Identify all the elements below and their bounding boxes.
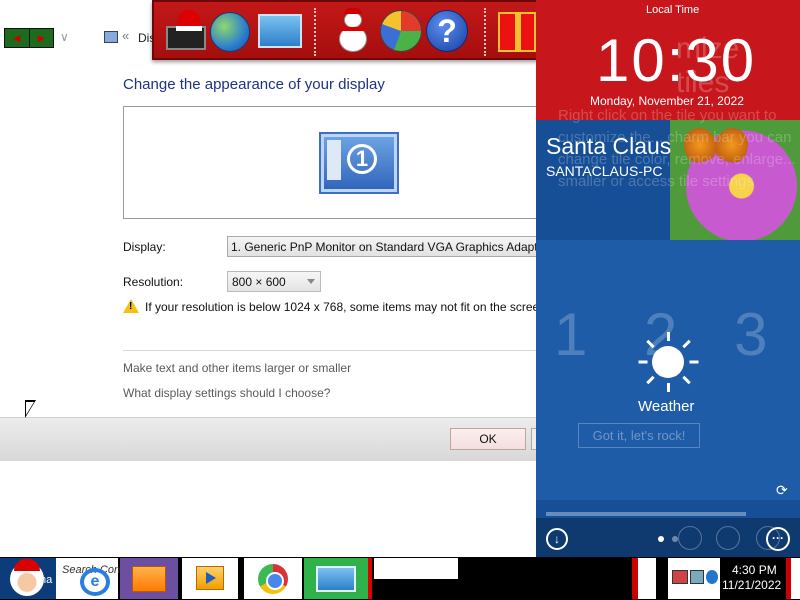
snowman-head xyxy=(344,12,362,28)
local-time-label: Local Time xyxy=(646,4,700,16)
folder-icon xyxy=(132,566,166,592)
chrome-icon xyxy=(258,564,288,594)
ghost-button xyxy=(716,526,740,550)
clock-tile[interactable]: Local Time mize tiles 10:30 Monday, Nove… xyxy=(536,0,800,120)
mouse-cursor-icon xyxy=(25,400,36,418)
start-button[interactable]: na xyxy=(0,558,56,599)
text-size-link[interactable]: Make text and other items larger or smal… xyxy=(123,361,351,375)
chevron-down-icon xyxy=(307,279,315,284)
divider xyxy=(123,350,543,351)
page-dot-active[interactable] xyxy=(658,536,664,542)
recent-pages-chevron-icon[interactable]: ∨ xyxy=(60,30,69,44)
ghost-button xyxy=(678,526,702,550)
resolution-warning-text: If your resolution is below 1024 x 768, … xyxy=(145,300,550,314)
nav-buttons[interactable]: ◄ ► xyxy=(4,28,54,48)
windows-update-icon[interactable] xyxy=(380,10,422,52)
taskbar-clock-date[interactable]: 11/21/2022 xyxy=(722,578,781,592)
resolution-label: Resolution: xyxy=(123,275,184,289)
charm-bottom-bar: ↓ ··· xyxy=(536,518,800,557)
network-globe-icon[interactable] xyxy=(210,12,250,52)
display-select[interactable]: 1. Generic PnP Monitor on Standard VGA G… xyxy=(227,236,547,257)
tile-progress-track xyxy=(546,512,746,516)
desktop-background xyxy=(0,461,540,557)
settings-help-link[interactable]: What display settings should I choose? xyxy=(123,386,330,400)
toolbar-separator xyxy=(314,8,316,56)
taskbar-blank-item[interactable] xyxy=(374,558,458,579)
forward-arrow-icon[interactable]: ► xyxy=(30,29,54,47)
display-address-icon xyxy=(104,31,118,43)
tray-network-icon[interactable] xyxy=(690,570,704,584)
monitor-preview-box: 1 xyxy=(123,106,553,219)
hat-fur-shape xyxy=(176,26,202,31)
resolution-value: 800 × 600 xyxy=(232,275,286,289)
toolbar-separator xyxy=(484,8,486,56)
ok-button[interactable]: OK xyxy=(450,428,526,450)
gift-icon[interactable] xyxy=(498,12,536,52)
system-tray xyxy=(668,558,720,599)
control-panel-icon[interactable] xyxy=(258,14,302,48)
taskbar-control-panel[interactable] xyxy=(304,558,372,599)
taskbar-clock-time[interactable]: 4:30 PM xyxy=(732,563,777,577)
santa-hat-shape xyxy=(14,559,40,571)
user-name: Santa Claus xyxy=(546,133,672,159)
taskbar-media-player[interactable] xyxy=(182,558,238,599)
desktop: ◄ ► ∨ « Dis Change the appearance of you… xyxy=(0,0,800,600)
got-it-button[interactable]: Got it, let's rock! xyxy=(578,423,700,448)
snowman-icon[interactable] xyxy=(336,8,370,54)
start-label-fragment: na xyxy=(40,574,53,586)
internet-explorer-icon: e xyxy=(80,568,110,596)
show-desktop-button[interactable] xyxy=(786,558,800,599)
display-label: Display: xyxy=(123,240,166,254)
santa-computer-icon[interactable] xyxy=(164,8,208,54)
sun-core xyxy=(652,346,684,378)
taskbar-chrome[interactable] xyxy=(244,558,302,599)
snowman-hat xyxy=(344,8,362,14)
tray-volume-icon[interactable] xyxy=(706,570,718,584)
taskbar-ie[interactable]: e xyxy=(70,558,118,599)
taskbar: na Search Con e xyxy=(0,557,800,600)
back-arrow-icon[interactable]: ◄ xyxy=(5,29,30,47)
snowman-scarf xyxy=(341,27,365,31)
resolution-select[interactable]: 800 × 600 xyxy=(227,271,321,292)
taskbar-explorer[interactable] xyxy=(120,558,178,599)
weather-sun-icon xyxy=(638,332,699,392)
clock-big-time: 10:30 xyxy=(596,27,757,94)
dialog-button-bar: OK xyxy=(0,417,543,461)
address-separator: « xyxy=(122,28,130,43)
monitor-number: 1 xyxy=(347,144,377,174)
help-question-icon[interactable]: ? xyxy=(426,10,468,52)
tray-app-icon[interactable] xyxy=(672,570,688,584)
monitor-1-icon[interactable]: 1 xyxy=(319,132,399,194)
media-player-icon xyxy=(196,566,224,590)
charm-panel: Local Time mize tiles 10:30 Monday, Nove… xyxy=(536,0,800,557)
pc-name: SANTACLAUS-PC xyxy=(546,163,663,179)
more-options-icon[interactable]: ··· xyxy=(766,527,790,551)
tray-flag-icon[interactable] xyxy=(632,558,656,599)
refresh-icon[interactable]: ⟳ xyxy=(776,482,788,499)
warning-icon xyxy=(123,299,139,313)
monitor-window-shape xyxy=(327,140,341,180)
control-panel-icon xyxy=(316,566,356,592)
weather-label: Weather xyxy=(638,398,695,415)
all-apps-down-icon[interactable]: ↓ xyxy=(546,528,568,550)
page-title: Change the appearance of your display xyxy=(123,76,385,93)
